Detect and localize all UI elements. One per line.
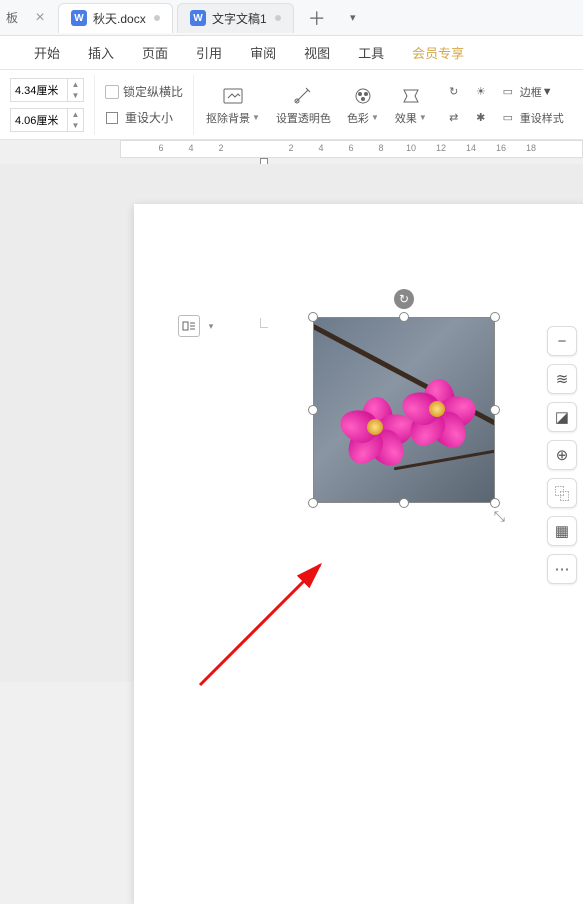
word-doc-icon: W bbox=[190, 10, 206, 26]
remove-background-icon bbox=[221, 84, 245, 108]
text-wrap-button[interactable] bbox=[178, 315, 200, 337]
brightness-icon: ☀ bbox=[472, 84, 490, 100]
resize-cursor-icon: ⤡ bbox=[494, 508, 505, 525]
size-group: ▲▼ ▲▼ bbox=[0, 75, 95, 135]
border-icon: ▭ bbox=[499, 84, 517, 100]
resize-handle-tl[interactable] bbox=[308, 312, 318, 322]
spin-up-icon[interactable]: ▲ bbox=[68, 109, 83, 120]
lock-aspect-checkbox[interactable]: 锁定纵横比 bbox=[105, 79, 183, 105]
resize-handle-br[interactable] bbox=[490, 498, 500, 508]
reset-size-icon bbox=[105, 111, 121, 125]
tab-document-2[interactable]: W 文字文稿1 bbox=[177, 3, 294, 33]
ribbon: ▲▼ ▲▼ 锁定纵横比 重设大小 抠除背景▼ 设置透明色 色彩▼ bbox=[0, 70, 583, 140]
resize-handle-t[interactable] bbox=[399, 312, 409, 322]
resize-handle-tr[interactable] bbox=[490, 312, 500, 322]
border-button[interactable]: ▭边框▼ bbox=[499, 81, 553, 103]
menu-bar: 开始 插入 页面 引用 审阅 视图 工具 会员专享 bbox=[0, 36, 583, 70]
rotate-button[interactable]: ↻ bbox=[445, 81, 466, 103]
lock-reset-group: 锁定纵横比 重设大小 bbox=[95, 75, 194, 135]
resize-handle-r[interactable] bbox=[490, 405, 500, 415]
word-doc-icon: W bbox=[71, 10, 87, 26]
document-page[interactable] bbox=[134, 204, 583, 904]
new-tab-button[interactable]: ＋ bbox=[302, 3, 332, 33]
flip-icon: ⇄ bbox=[445, 110, 463, 126]
menu-page[interactable]: 页面 bbox=[128, 36, 182, 70]
checkbox-icon bbox=[105, 85, 119, 99]
width-input[interactable] bbox=[10, 108, 68, 132]
rotate-icon: ↻ bbox=[445, 84, 463, 100]
tab-label: 秋天.docx bbox=[93, 10, 146, 27]
chevron-down-icon: ▼ bbox=[419, 113, 427, 122]
misc-tools-group: ↻ ☀ ▭边框▼ ⇄ ✱ ▭重设样式 bbox=[439, 81, 570, 129]
wrap-dropdown[interactable]: ▾ bbox=[204, 315, 218, 337]
horizontal-ruler[interactable]: 6 4 2 2 4 6 8 10 12 14 16 18 bbox=[120, 140, 583, 158]
wrap-options: ▾ bbox=[178, 315, 218, 337]
tab-bar: 板 × W 秋天.docx W 文字文稿1 ＋ ▾ bbox=[0, 0, 583, 36]
chevron-down-icon: ▼ bbox=[252, 113, 260, 122]
reset-style-icon: ▭ bbox=[499, 110, 517, 126]
menu-reference[interactable]: 引用 bbox=[182, 36, 236, 70]
height-input[interactable] bbox=[10, 78, 68, 102]
crop-button[interactable]: ◪ bbox=[547, 402, 577, 432]
selection-border bbox=[313, 317, 495, 503]
menu-member[interactable]: 会员专享 bbox=[398, 36, 478, 70]
reset-size-button[interactable]: 重设大小 bbox=[105, 105, 183, 131]
selected-image[interactable]: ⤡ bbox=[313, 317, 495, 503]
set-transparent-button[interactable]: 设置透明色 bbox=[268, 80, 339, 130]
color-icon bbox=[351, 84, 375, 108]
tab-prefix-label: 板 bbox=[0, 9, 24, 26]
menu-review[interactable]: 审阅 bbox=[236, 36, 290, 70]
chevron-down-icon: ▼ bbox=[542, 86, 553, 98]
flip-button[interactable]: ⇄ bbox=[445, 107, 466, 129]
contrast-button[interactable]: ✱ bbox=[472, 107, 493, 129]
remove-background-button[interactable]: 抠除背景▼ bbox=[198, 80, 268, 130]
menu-start[interactable]: 开始 bbox=[20, 36, 74, 70]
spin-down-icon[interactable]: ▼ bbox=[68, 120, 83, 131]
duplicate-button[interactable]: ⿻ bbox=[547, 478, 577, 508]
resize-handle-b[interactable] bbox=[399, 498, 409, 508]
spin-down-icon[interactable]: ▼ bbox=[68, 90, 83, 101]
brightness-button[interactable]: ☀ bbox=[472, 81, 493, 103]
height-spinner[interactable]: ▲▼ bbox=[10, 77, 84, 103]
modified-dot-icon bbox=[154, 15, 160, 21]
image-tools-group: 抠除背景▼ 设置透明色 色彩▼ 效果▼ bbox=[194, 80, 439, 130]
lock-aspect-label: 锁定纵横比 bbox=[123, 83, 183, 100]
color-button[interactable]: 色彩▼ bbox=[339, 80, 387, 130]
resize-handle-bl[interactable] bbox=[308, 498, 318, 508]
reset-style-button[interactable]: ▭重设样式 bbox=[499, 107, 564, 129]
menu-view[interactable]: 视图 bbox=[290, 36, 344, 70]
reset-size-label: 重设大小 bbox=[125, 109, 173, 126]
contrast-icon: ✱ bbox=[472, 110, 490, 126]
collapse-button[interactable]: − bbox=[547, 326, 577, 356]
tab-document-1[interactable]: W 秋天.docx bbox=[58, 3, 173, 33]
image-quick-tools: − ≋ ◪ ⊕ ⿻ ▦ ⋯ bbox=[547, 326, 577, 584]
adjust-button[interactable]: ≋ bbox=[547, 364, 577, 394]
tab-menu-dropdown[interactable]: ▾ bbox=[338, 3, 368, 33]
effect-button[interactable]: 效果▼ bbox=[387, 80, 435, 130]
more-options-button[interactable]: ⋯ bbox=[547, 554, 577, 584]
tab-label: 文字文稿1 bbox=[212, 10, 267, 27]
zoom-button[interactable]: ⊕ bbox=[547, 440, 577, 470]
resize-handle-l[interactable] bbox=[308, 405, 318, 415]
paragraph-mark-icon bbox=[260, 318, 268, 328]
menu-insert[interactable]: 插入 bbox=[74, 36, 128, 70]
close-icon[interactable]: × bbox=[24, 0, 56, 36]
transparent-color-icon bbox=[291, 84, 315, 108]
chevron-down-icon: ▼ bbox=[371, 113, 379, 122]
modified-dot-icon bbox=[275, 15, 281, 21]
rotate-handle[interactable] bbox=[394, 289, 414, 309]
width-spinner[interactable]: ▲▼ bbox=[10, 107, 84, 133]
effect-icon bbox=[399, 84, 423, 108]
ruler-area: 6 4 2 2 4 6 8 10 12 14 16 18 bbox=[0, 140, 583, 162]
document-viewport bbox=[0, 164, 583, 682]
menu-tools[interactable]: 工具 bbox=[344, 36, 398, 70]
spin-up-icon[interactable]: ▲ bbox=[68, 79, 83, 90]
replace-image-button[interactable]: ▦ bbox=[547, 516, 577, 546]
